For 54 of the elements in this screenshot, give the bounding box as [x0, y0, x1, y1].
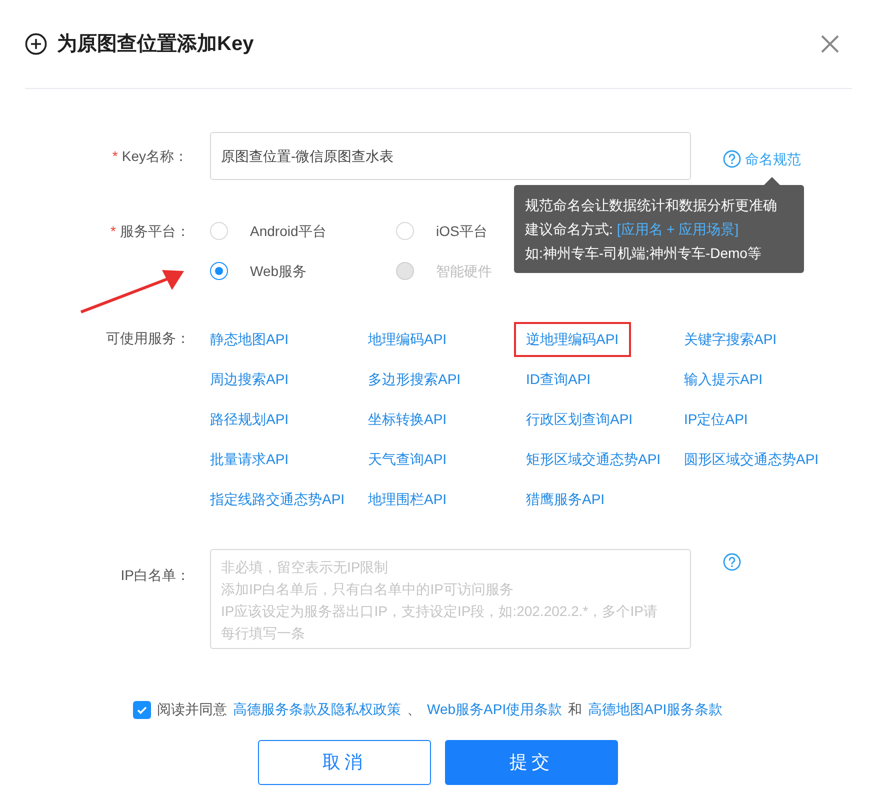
submit-button[interactable]: 提交 [445, 740, 618, 785]
radio-label: Web服务 [250, 262, 307, 280]
service-link[interactable]: 静态地图API [210, 328, 289, 350]
field-label: Key名称： [122, 148, 188, 164]
tooltip-text: 如:神州专车-司机端;神州专车-Demo等 [525, 244, 762, 263]
help-icon[interactable] [723, 553, 741, 571]
service-link[interactable]: 周边搜索API [210, 368, 289, 390]
key-name-field[interactable]: 原图查位置-微信原图查水表 [210, 132, 691, 180]
separator-text: 、 [407, 700, 421, 719]
conjunction-text: 和 [568, 700, 582, 719]
service-link[interactable]: 批量请求API [210, 448, 289, 470]
dialog-title: 为原图查位置添加Key [57, 32, 254, 57]
service-link[interactable]: 圆形区域交通态势API [684, 448, 819, 470]
required-mark: * [112, 148, 118, 164]
service-link[interactable]: 路径规划API [210, 408, 289, 430]
service-link[interactable]: 地理围栏API [368, 488, 447, 510]
field-label: 服务平台： [120, 223, 190, 239]
radio-label: iOS平台 [436, 222, 488, 240]
service-link[interactable]: 关键字搜索API [684, 328, 777, 350]
field-label: IP白名单： [120, 567, 190, 583]
service-link[interactable]: 多边形搜索API [368, 368, 461, 390]
service-link[interactable]: 输入提示API [684, 368, 763, 390]
field-label: 可使用服务： [106, 330, 190, 346]
terms-link[interactable]: 高德服务条款及隐私权政策 [233, 699, 401, 720]
service-link[interactable]: 指定线路交通态势API [210, 488, 345, 510]
required-mark: * [110, 223, 116, 239]
radio-label: 智能硬件 [436, 262, 492, 280]
terms-link[interactable]: Web服务API使用条款 [427, 699, 562, 720]
close-icon[interactable] [820, 34, 840, 54]
placeholder-text: 非必填，留空表示无IP限制 [221, 558, 390, 577]
service-link[interactable]: ID查询API [526, 368, 591, 390]
radio-button[interactable] [210, 262, 228, 280]
add-circle-icon [25, 33, 47, 55]
service-link[interactable]: 行政区划查询API [526, 408, 633, 430]
service-link[interactable]: 坐标转换API [368, 408, 447, 430]
placeholder-text: 每行填写一条 [221, 624, 306, 643]
agreement-text: 阅读并同意 [157, 700, 227, 719]
placeholder-text: 添加IP白名单后，只有白名单中的IP可访问服务 [221, 580, 514, 599]
tooltip-text: 建议命名方式: [525, 220, 613, 239]
service-link[interactable]: 天气查询API [368, 448, 447, 470]
service-link[interactable]: 逆地理编码API [514, 322, 631, 356]
help-icon[interactable] [723, 150, 741, 168]
service-link[interactable]: 地理编码API [368, 328, 447, 350]
terms-link[interactable]: 高德地图API服务条款 [588, 699, 723, 720]
radio-label: Android平台 [250, 222, 326, 240]
service-link[interactable]: 猎鹰服务API [526, 488, 605, 510]
service-link[interactable]: 矩形区域交通态势API [526, 448, 661, 470]
cancel-button[interactable]: 取消 [258, 740, 431, 785]
placeholder-text: IP应该设定为服务器出口IP，支持设定IP段，如:202.202.2.*，多个IP请 [221, 602, 658, 621]
naming-rules-link[interactable]: 命名规范 [723, 148, 801, 170]
tooltip-text: 规范命名会让数据统计和数据分析更准确 [525, 196, 778, 215]
service-link[interactable]: IP定位API [684, 408, 748, 430]
agreement-checkbox[interactable] [133, 700, 151, 718]
tooltip-highlight: [应用名 + 应用场景] [616, 220, 739, 239]
